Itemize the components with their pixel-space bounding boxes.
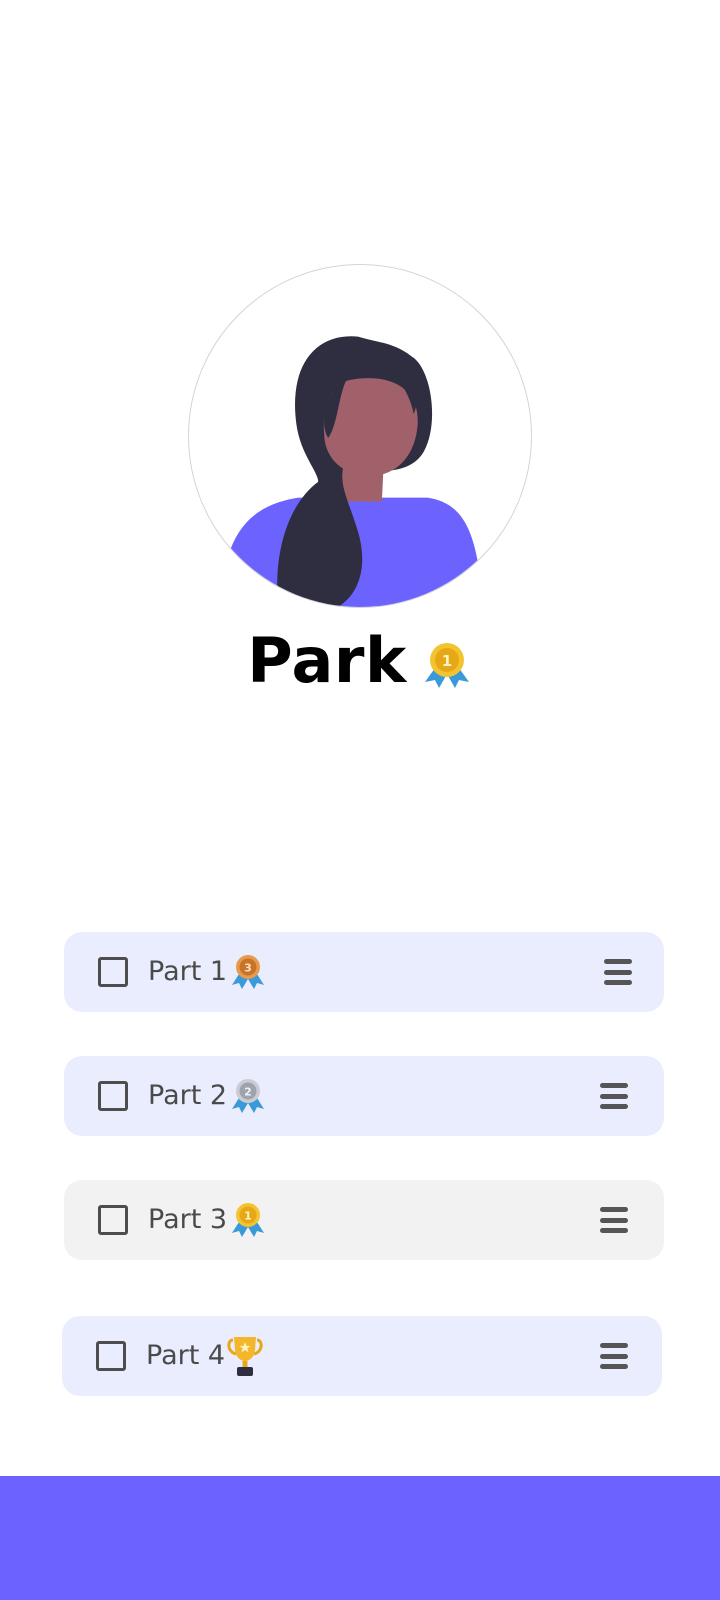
svg-text:1: 1 <box>244 1210 252 1223</box>
part-3-checkbox[interactable] <box>98 1205 128 1235</box>
avatar <box>188 264 532 608</box>
female-avatar-illustration <box>218 336 484 607</box>
part-4-checkbox[interactable] <box>96 1341 126 1371</box>
svg-text:3: 3 <box>244 962 252 975</box>
part-label: Part 3 <box>148 1204 228 1235</box>
part-2-checkbox[interactable] <box>98 1081 128 1111</box>
list-item-part-1[interactable]: Part 1 3 <box>64 932 664 1012</box>
list-item-part-3[interactable]: Part 3 1 <box>64 1180 664 1260</box>
svg-text:2: 2 <box>244 1086 252 1099</box>
part-label: Part 2 <box>148 1080 228 1111</box>
bronze-medal-icon: 3 <box>232 955 264 989</box>
drag-handle-icon[interactable] <box>600 1341 628 1371</box>
part-1-checkbox[interactable] <box>98 957 128 987</box>
bottom-bar <box>0 1476 720 1600</box>
part-label: Part 1 <box>148 956 228 987</box>
gold-medal-icon: 1 <box>232 1203 264 1237</box>
drag-handle-icon[interactable] <box>600 1081 628 1111</box>
gold-medal-icon: 1 <box>424 643 469 688</box>
profile-header: Park 1 <box>0 620 720 700</box>
drag-handle-icon[interactable] <box>600 1205 628 1235</box>
drag-handle-icon[interactable] <box>604 957 632 987</box>
trophy-icon <box>227 1337 263 1376</box>
list-item-part-2[interactable]: Part 2 2 <box>64 1056 664 1136</box>
list-item-part-4[interactable]: Part 4 <box>62 1316 662 1396</box>
part-label: Part 4 <box>146 1340 226 1371</box>
silver-medal-icon: 2 <box>232 1079 264 1113</box>
svg-text:1: 1 <box>441 652 451 670</box>
profile-name: Park <box>247 623 407 697</box>
